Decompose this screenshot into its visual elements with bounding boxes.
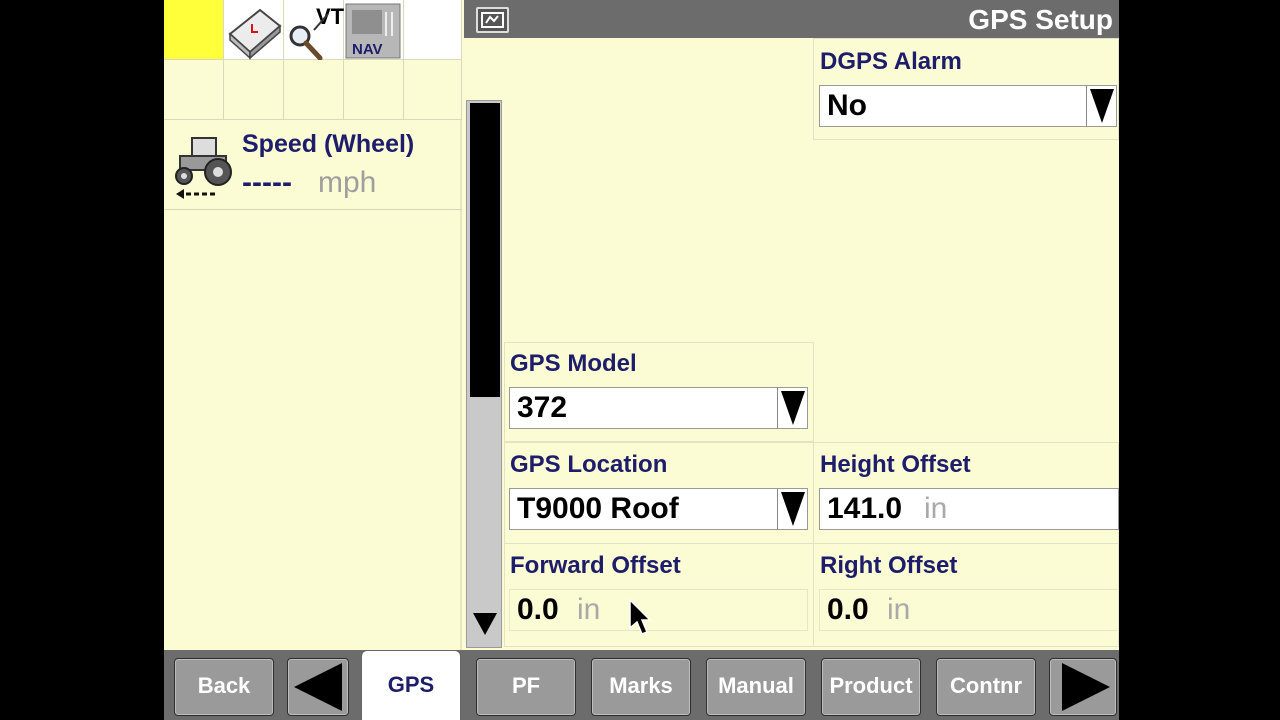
- dgps-alarm-dropdown[interactable]: No: [819, 85, 1117, 127]
- arrow-right-icon: [1062, 663, 1110, 711]
- launcher-slot-empty[interactable]: [404, 60, 462, 120]
- right-offset-value: 0.0: [827, 593, 869, 626]
- mouse-cursor-icon: [629, 598, 652, 635]
- launcher-slot-book[interactable]: [224, 0, 284, 60]
- chevron-down-icon: [1090, 89, 1114, 123]
- chevron-down-icon: [781, 391, 805, 425]
- gps-location-label: GPS Location: [510, 451, 668, 478]
- vt-label: VT: [316, 4, 344, 29]
- tractor-icon: [175, 137, 232, 199]
- tab-gps-label: GPS: [387, 672, 435, 697]
- chevron-down-icon: [781, 492, 805, 526]
- module-launcher: VT NAV: [164, 0, 462, 122]
- back-button[interactable]: Back: [174, 658, 274, 716]
- next-page-button[interactable]: [1049, 658, 1117, 716]
- tab-product-label: Product: [829, 673, 913, 698]
- vertical-scrollbar[interactable]: [466, 100, 502, 648]
- nav-module-icon: NAV: [345, 3, 401, 59]
- menu-button[interactable]: [476, 7, 509, 33]
- gps-model-value: 372: [517, 391, 568, 424]
- tab-product[interactable]: Product: [821, 658, 921, 716]
- forward-offset-value: 0.0: [517, 593, 559, 626]
- speed-value: -----: [242, 166, 292, 199]
- launcher-slot-empty[interactable]: [224, 60, 284, 120]
- forward-offset-input[interactable]: 0.0 in: [509, 589, 808, 631]
- forward-offset-label: Forward Offset: [510, 552, 681, 579]
- gps-location-value: T9000 Roof: [517, 492, 679, 525]
- right-offset-label: Right Offset: [820, 552, 958, 579]
- dgps-alarm-value: No: [827, 89, 867, 122]
- setup-menu-icon: [481, 12, 504, 28]
- scroll-down-button[interactable]: [470, 607, 500, 637]
- scroll-thumb[interactable]: [470, 103, 500, 397]
- title-bar: GPS Setup: [464, 0, 1119, 38]
- right-offset-unit: in: [887, 593, 911, 626]
- launcher-slot-empty[interactable]: [404, 0, 462, 60]
- tab-gps[interactable]: GPS: [361, 650, 461, 720]
- tab-contnr[interactable]: Contnr: [936, 658, 1036, 716]
- speed-readout: Speed (Wheel) ----- mph: [164, 122, 462, 210]
- previous-page-button[interactable]: [287, 658, 349, 716]
- gps-model-label: GPS Model: [510, 350, 637, 377]
- nav-label: NAV: [352, 41, 383, 58]
- page-title: GPS Setup: [968, 4, 1113, 35]
- vt-search-icon: VT: [289, 4, 345, 61]
- gps-location-dropdown[interactable]: T9000 Roof: [509, 488, 808, 530]
- gps-location-arrow[interactable]: [777, 489, 807, 529]
- softkey-bar: Back GPS PF Marks Manual Product Contnr: [164, 650, 1119, 720]
- height-offset-unit: in: [924, 492, 948, 525]
- dgps-alarm-arrow[interactable]: [1086, 86, 1116, 126]
- gps-model-dropdown[interactable]: 372: [509, 387, 808, 429]
- launcher-slot-active[interactable]: [164, 0, 224, 60]
- tab-pf[interactable]: PF: [476, 658, 576, 716]
- gps-model-arrow[interactable]: [777, 388, 807, 428]
- speed-unit: mph: [318, 166, 377, 199]
- speed-label: Speed (Wheel): [242, 130, 415, 158]
- tab-contnr-label: Contnr: [949, 673, 1023, 698]
- book-icon: [228, 8, 282, 60]
- tab-manual[interactable]: Manual: [706, 658, 806, 716]
- launcher-slot-empty[interactable]: [164, 60, 224, 120]
- height-offset-value: 141.0: [827, 492, 903, 525]
- launcher-slot-nav[interactable]: NAV: [344, 0, 404, 60]
- launcher-slot-empty[interactable]: [284, 60, 344, 120]
- tab-pf-label: PF: [511, 673, 541, 698]
- height-offset-input[interactable]: 141.0 in: [819, 488, 1119, 530]
- left-panel: VT NAV Speed (Wheel) ----- mph: [164, 0, 462, 650]
- launcher-slot-vt[interactable]: VT: [284, 0, 345, 61]
- tab-marks-label: Marks: [609, 673, 673, 698]
- scroll-down-arrow-icon: [473, 613, 497, 635]
- arrow-left-icon: [294, 663, 342, 711]
- forward-offset-unit: in: [577, 593, 601, 626]
- launcher-slot-empty[interactable]: [344, 60, 404, 120]
- tab-manual-label: Manual: [718, 673, 794, 698]
- back-button-label: Back: [197, 673, 251, 698]
- right-offset-input[interactable]: 0.0 in: [819, 589, 1119, 631]
- dgps-alarm-label: DGPS Alarm: [820, 48, 962, 75]
- tab-marks[interactable]: Marks: [591, 658, 691, 716]
- height-offset-label: Height Offset: [820, 451, 971, 478]
